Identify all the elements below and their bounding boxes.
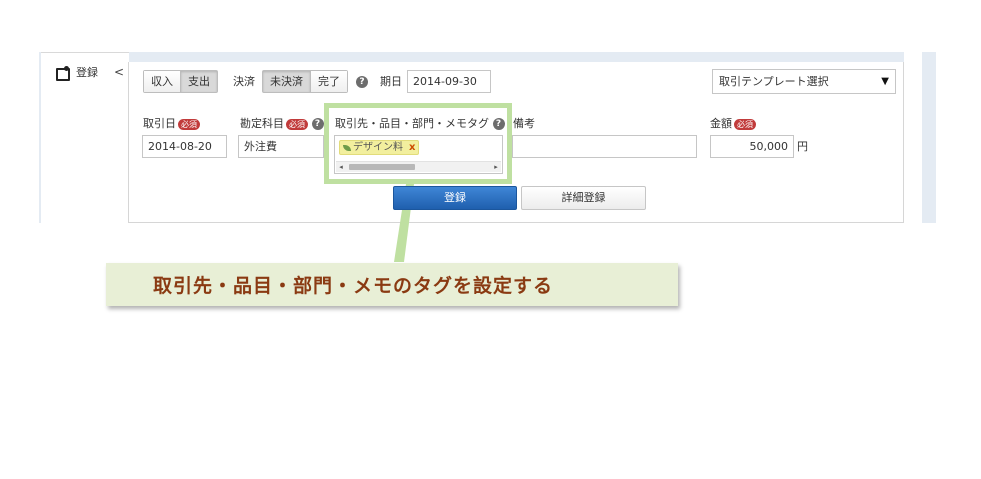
type-income-button[interactable]: 収入: [144, 71, 180, 92]
type-toggle: 収入 支出: [143, 70, 218, 93]
due-date-input[interactable]: 2014-09-30: [407, 70, 491, 93]
leaf-icon: [343, 144, 351, 151]
detail-register-button[interactable]: 詳細登録: [521, 186, 646, 210]
help-icon[interactable]: ?: [492, 118, 505, 130]
template-select[interactable]: 取引テンプレート選択 ▼: [712, 69, 896, 94]
register-icon: [56, 66, 70, 81]
settle-label: 決済: [233, 75, 255, 88]
amount-input[interactable]: 50,000: [710, 135, 794, 158]
type-expense-button[interactable]: 支出: [180, 71, 217, 92]
register-button[interactable]: 登録: [393, 186, 517, 210]
scroll-left-icon[interactable]: ◂: [336, 162, 346, 172]
date-label-text: 取引日: [143, 117, 176, 130]
scrollbar-thumb[interactable]: [349, 164, 415, 170]
date-field-label: 取引日 必須: [143, 117, 200, 131]
side-tab-register[interactable]: 登録 <: [56, 63, 124, 81]
settle-done-button[interactable]: 完了: [310, 71, 347, 92]
horizontal-scrollbar[interactable]: ◂ ▸: [336, 161, 501, 172]
memo-input[interactable]: [512, 135, 697, 158]
tags-field-label: 取引先・品目・部門・メモタグ ?: [335, 117, 505, 131]
amount-field-label: 金額 必須: [710, 117, 756, 131]
required-badge: 必須: [734, 118, 756, 130]
tag-chip-label: デザイン料: [353, 142, 403, 153]
collapse-chevron-icon[interactable]: <: [114, 65, 124, 79]
close-icon[interactable]: x: [409, 141, 415, 154]
account-field-label: 勘定科目 必須 ?: [240, 117, 324, 131]
due-label: 期日: [380, 75, 402, 88]
tag-chip: デザイン料 x: [339, 140, 420, 155]
annotation-callout: 取引先・品目・部門・メモのタグを設定する: [106, 263, 678, 306]
tag-input-box[interactable]: デザイン料 x ◂ ▸: [334, 135, 503, 174]
caret-down-icon: ▼: [881, 76, 889, 87]
required-badge: 必須: [286, 118, 308, 130]
required-badge: 必須: [178, 118, 200, 130]
date-input[interactable]: 2014-08-20: [142, 135, 227, 158]
help-icon[interactable]: ?: [356, 76, 368, 88]
right-gutter: [904, 52, 922, 223]
settle-unsettled-button[interactable]: 未決済: [263, 71, 310, 92]
account-input[interactable]: 外注費: [238, 135, 324, 158]
side-tab-label: 登録: [76, 66, 98, 79]
scroll-right-icon[interactable]: ▸: [491, 162, 501, 172]
currency-unit: 円: [797, 140, 808, 153]
callout-text: 取引先・品目・部門・メモのタグを設定する: [153, 275, 554, 297]
help-icon[interactable]: ?: [311, 118, 324, 130]
memo-field-label: 備考: [513, 117, 535, 130]
account-label-text: 勘定科目: [240, 117, 284, 130]
tags-label-text: 取引先・品目・部門・メモタグ: [335, 117, 489, 130]
amount-label-text: 金額: [710, 117, 732, 130]
template-select-value: 取引テンプレート選択: [719, 75, 829, 88]
settle-toggle: 未決済 完了: [262, 70, 348, 93]
